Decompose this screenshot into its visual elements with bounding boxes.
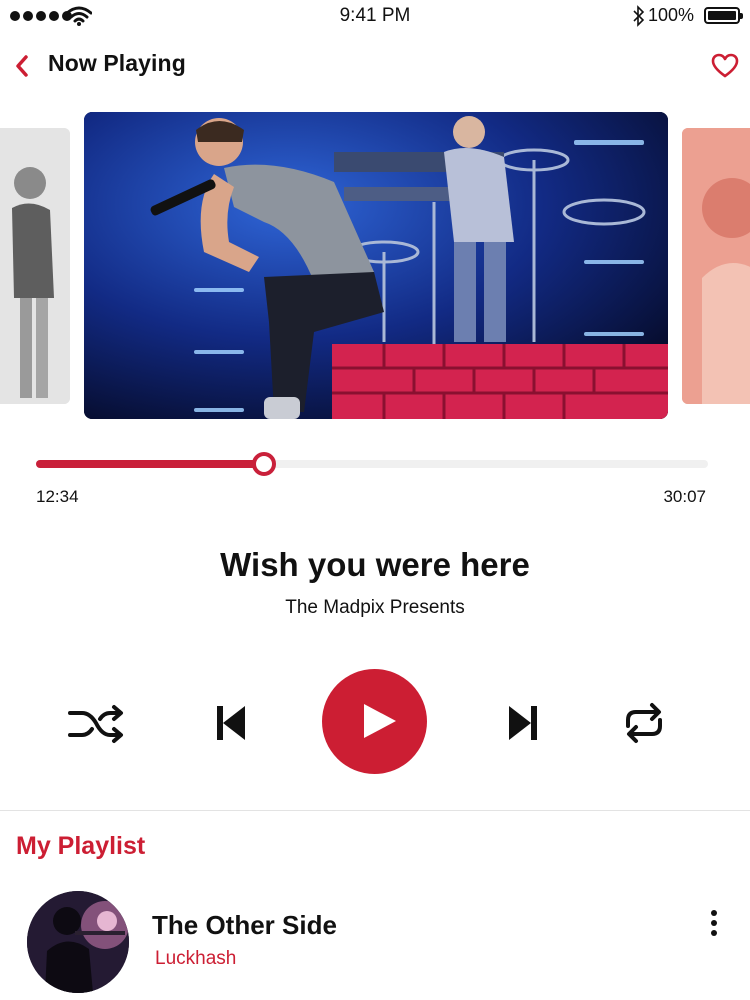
shuffle-icon: [68, 705, 123, 743]
playlist-item[interactable]: The Other Side Luckhash: [0, 885, 750, 1000]
current-album-art[interactable]: [84, 112, 668, 419]
shuffle-button[interactable]: [68, 703, 126, 747]
favorite-button[interactable]: [710, 52, 740, 80]
next-album-art[interactable]: [682, 128, 750, 404]
more-options-button[interactable]: [704, 907, 724, 941]
album-art-carousel[interactable]: [0, 112, 750, 420]
playlist-heading: My Playlist: [16, 832, 146, 860]
skip-previous-icon: [217, 706, 245, 740]
progress-fill: [36, 460, 265, 468]
repeat-icon: [626, 703, 662, 743]
status-bar: 9:41 PM 100%: [0, 0, 750, 34]
skip-next-button[interactable]: [506, 703, 540, 743]
previous-album-art[interactable]: [0, 128, 70, 404]
track-thumbnail: [27, 891, 129, 993]
page-title: Now Playing: [48, 50, 186, 76]
progress-thumb[interactable]: [252, 452, 277, 476]
skip-previous-button[interactable]: [214, 703, 248, 743]
playlist-item-artist: Luckhash: [155, 948, 237, 969]
bluetooth-icon: [633, 5, 645, 27]
current-time: 12:34: [36, 487, 79, 506]
section-divider: [0, 810, 750, 811]
heart-outline-icon: [711, 53, 739, 78]
chevron-left-icon: [16, 55, 28, 77]
battery-icon: [704, 7, 743, 24]
playlist-item-title: The Other Side: [152, 910, 337, 940]
play-icon: [364, 704, 396, 738]
battery-percent: 100%: [648, 5, 695, 25]
repeat-button[interactable]: [620, 700, 668, 746]
play-button[interactable]: [322, 669, 427, 774]
back-button[interactable]: [10, 52, 34, 80]
total-time: 30:07: [663, 487, 706, 506]
song-artist: The Madpix Presents: [285, 597, 465, 618]
skip-next-icon: [509, 706, 537, 740]
song-title: Wish you were here: [220, 546, 530, 583]
playback-progress-slider[interactable]: [36, 452, 708, 476]
more-vertical-icon: [711, 910, 717, 916]
